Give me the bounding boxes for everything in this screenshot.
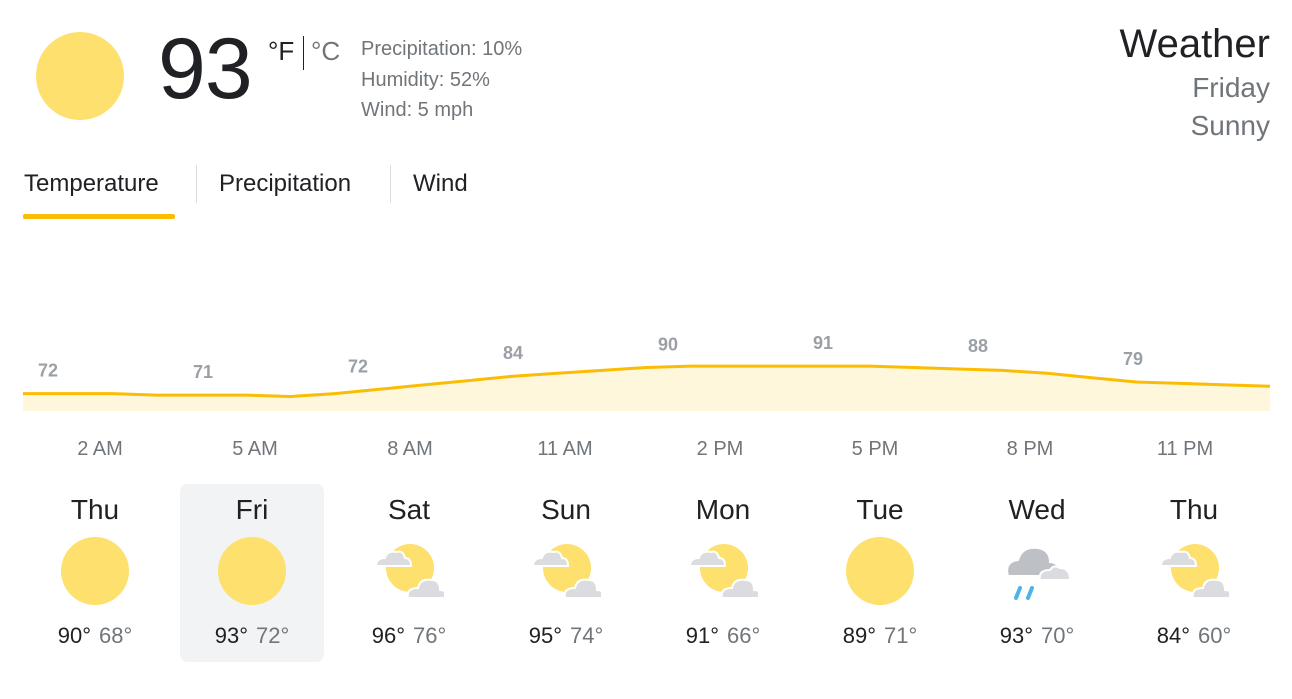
- forecast-temps: 90° 68°: [23, 623, 167, 649]
- tab-selected-indicator: [23, 214, 175, 219]
- time-axis-label: 2 AM: [77, 438, 123, 460]
- forecast-day-name: Tue: [856, 494, 904, 525]
- forecast-day[interactable]: Sun 95° 74°: [494, 484, 638, 662]
- weather-day: Friday: [1192, 72, 1270, 103]
- sun-icon: [217, 536, 287, 606]
- forecast-temps: 96° 76°: [337, 623, 481, 649]
- humidity-text: Humidity: 52%: [361, 68, 490, 91]
- time-axis-label: 5 AM: [232, 438, 278, 460]
- temperature-point-label: 72: [38, 361, 58, 381]
- forecast-temps: 93° 72°: [180, 623, 324, 649]
- forecast-high: 84°: [1156, 623, 1190, 648]
- rain-cloud-icon: [1002, 536, 1072, 606]
- forecast-day[interactable]: Tue 89° 71°: [808, 484, 952, 662]
- forecast-high: 90°: [57, 623, 91, 648]
- partly-cloudy-icon: [688, 536, 764, 606]
- time-axis-label: 11 PM: [1157, 438, 1213, 460]
- temperature-point-label: 88: [968, 336, 988, 356]
- time-axis-label: 8 PM: [1007, 438, 1054, 460]
- weather-title: Weather: [1119, 22, 1270, 66]
- temperature-point-label: 72: [348, 356, 368, 376]
- unit-separator: [303, 36, 304, 70]
- forecast-day-name: Mon: [695, 494, 751, 525]
- partly-cloudy-icon: [374, 536, 450, 606]
- forecast-low: 60°: [1198, 623, 1232, 648]
- temperature-point-label: 90: [658, 335, 678, 355]
- current-temperature: 93: [158, 21, 253, 117]
- forecast-low: 66°: [727, 623, 761, 648]
- forecast-low: 70°: [1041, 623, 1075, 648]
- forecast-day-name: Sat: [387, 494, 431, 525]
- forecast-temps: 95° 74°: [494, 623, 638, 649]
- fahrenheit-toggle[interactable]: °F: [268, 38, 294, 64]
- tab-temperature[interactable]: Temperature: [24, 170, 159, 198]
- forecast-day-name: Thu: [70, 494, 120, 525]
- tab-precipitation[interactable]: Precipitation: [219, 170, 351, 198]
- forecast-low: 74°: [570, 623, 604, 648]
- forecast-day-name: Sun: [541, 494, 591, 525]
- partly-cloudy-icon: [531, 536, 607, 606]
- time-axis-label: 11 AM: [537, 438, 592, 460]
- forecast-low: 71°: [884, 623, 918, 648]
- time-axis-label: 5 PM: [852, 438, 899, 460]
- sun-icon: [36, 32, 124, 120]
- forecast-temps: 91° 66°: [651, 623, 795, 649]
- forecast-temps: 93° 70°: [965, 623, 1109, 649]
- tab-wind[interactable]: Wind: [413, 170, 468, 198]
- celsius-toggle[interactable]: °C: [311, 38, 340, 64]
- forecast-high: 96°: [371, 623, 405, 648]
- forecast-day-name: Fri: [235, 494, 269, 525]
- temperature-point-label: 79: [1123, 349, 1143, 369]
- forecast-high: 93°: [999, 623, 1033, 648]
- forecast-day[interactable]: Thu 84° 60°: [1122, 484, 1266, 662]
- sun-icon: [60, 536, 130, 606]
- precipitation-text: Precipitation: 10%: [361, 38, 523, 60]
- temperature-chart[interactable]: 72 71 72 84 90 91 88 79 2 AM 5 AM 8 AM 11 AM 2 PM 5 P…: [0, 250, 1292, 480]
- time-axis-label: 2 PM: [697, 438, 744, 460]
- forecast-low: 72°: [256, 623, 290, 648]
- forecast-day[interactable]: Wed 93° 70°: [965, 484, 1109, 662]
- tab-divider: [390, 165, 391, 203]
- forecast-day-name: Wed: [1008, 494, 1066, 525]
- sun-icon: [845, 536, 915, 606]
- weather-details: Precipitation: 10% Humidity: 52% Wind: 5…: [361, 34, 522, 126]
- forecast-high: 89°: [842, 623, 876, 648]
- tab-divider: [196, 165, 197, 203]
- forecast-day[interactable]: Mon 91° 66°: [651, 484, 795, 662]
- forecast-high: 91°: [685, 623, 719, 648]
- forecast-day-name: Thu: [1169, 494, 1219, 525]
- forecast-high: 93°: [214, 623, 248, 648]
- forecast-day[interactable]: Sat 96° 76°: [337, 484, 481, 662]
- forecast-temps: 84° 60°: [1122, 623, 1266, 649]
- forecast-temps: 89° 71°: [808, 623, 952, 649]
- forecast-low: 76°: [413, 623, 447, 648]
- time-axis-label: 8 AM: [387, 438, 433, 460]
- forecast-high: 95°: [528, 623, 562, 648]
- weather-condition: Sunny: [1190, 110, 1270, 141]
- wind-text: Wind: 5 mph: [361, 99, 474, 121]
- forecast-day[interactable]: Fri 93° 72°: [180, 484, 324, 662]
- temperature-point-label: 84: [503, 343, 523, 363]
- partly-cloudy-icon: [1159, 536, 1235, 606]
- forecast-low: 68°: [99, 623, 133, 648]
- forecast-day[interactable]: Thu 90° 68°: [23, 484, 167, 662]
- temperature-point-label: 91: [813, 333, 833, 353]
- temperature-point-label: 71: [193, 362, 213, 382]
